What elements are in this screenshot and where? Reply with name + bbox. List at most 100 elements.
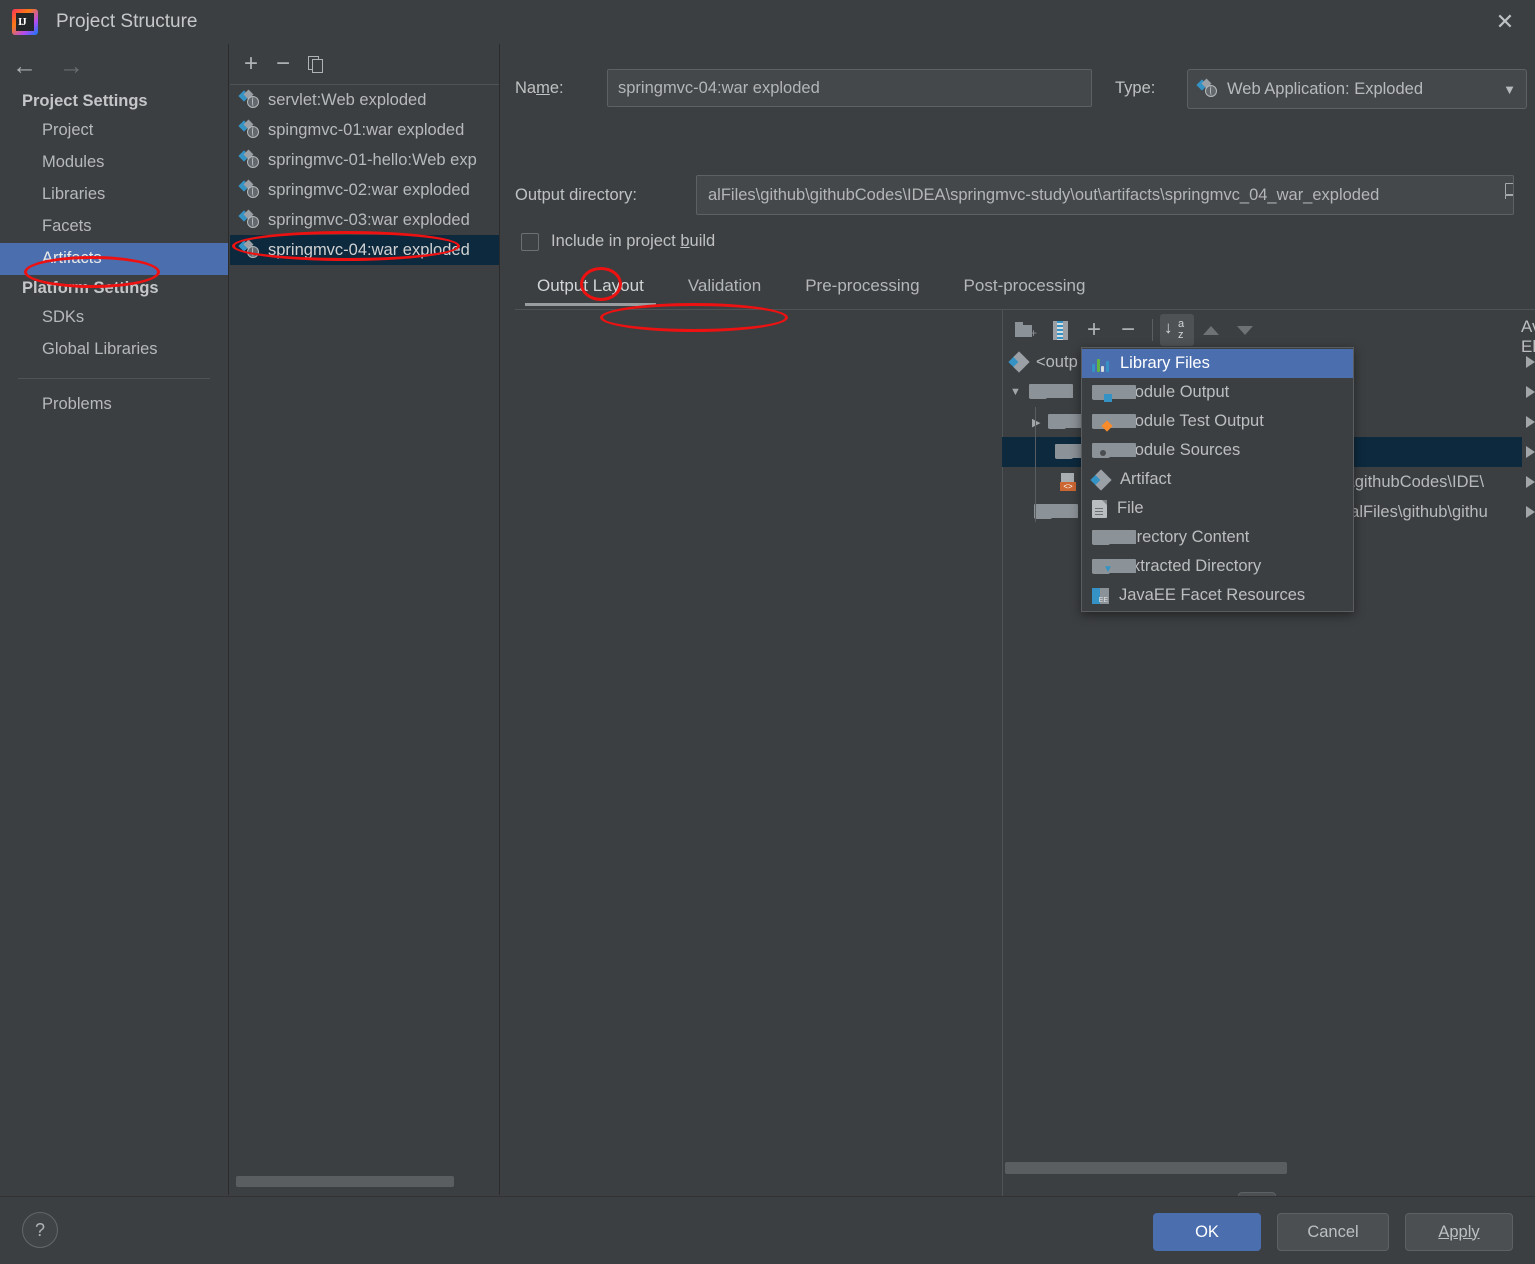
sidebar-item-facets[interactable]: Facets xyxy=(0,211,228,243)
menu-item-javaee-facet-resources[interactable]: EE JavaEE Facet Resources xyxy=(1082,581,1353,610)
add-element-button[interactable]: + xyxy=(1077,314,1111,346)
sidebar-item-sdks[interactable]: SDKs xyxy=(0,302,228,334)
artifact-label: servlet:Web exploded xyxy=(268,90,427,109)
sidebar-group-platform-settings: Platform Settings xyxy=(22,279,159,297)
logo-text: IJ xyxy=(18,16,27,28)
menu-item-directory-content[interactable]: Directory Content xyxy=(1082,523,1353,552)
chevron-right-icon[interactable] xyxy=(1526,476,1535,488)
apply-button[interactable]: Apply xyxy=(1405,1213,1513,1251)
sidebar-item-project[interactable]: Project xyxy=(0,115,228,147)
output-directory-value: alFiles\github\githubCodes\IDEA\springmv… xyxy=(708,185,1380,204)
output-directory-input[interactable]: alFiles\github\githubCodes\IDEA\springmv… xyxy=(696,175,1514,215)
menu-item-file[interactable]: File xyxy=(1082,494,1353,523)
list-item[interactable]: springmvc-04:war exploded xyxy=(230,235,499,265)
artifacts-hscrollbar[interactable] xyxy=(236,1176,492,1187)
chevron-right-icon[interactable] xyxy=(1526,446,1535,458)
ok-button[interactable]: OK xyxy=(1153,1213,1261,1251)
chevron-right-icon[interactable] xyxy=(1526,386,1535,398)
menu-item-label: Artifact xyxy=(1120,470,1172,488)
chevron-right-icon[interactable]: ▶ xyxy=(1032,416,1040,429)
sidebar-item-global-libraries[interactable]: Global Libraries xyxy=(0,334,228,366)
type-select[interactable]: Web Application: Exploded ▼ xyxy=(1187,69,1527,109)
add-artifact-button[interactable]: + xyxy=(244,52,258,76)
list-item[interactable]: spingmvc-01 xyxy=(1521,377,1535,407)
title-bar: IJ Project Structure ✕ xyxy=(0,0,1535,44)
menu-item-module-test-output[interactable]: Module Test Output xyxy=(1082,407,1353,436)
available-elements-list: Artifacts spingmvc-01 springmvc-02 sprin… xyxy=(1521,347,1535,527)
sort-button[interactable]: ↓ a z xyxy=(1160,314,1194,346)
menu-item-label: Library Files xyxy=(1120,354,1210,372)
tab-post-processing[interactable]: Post-processing xyxy=(942,272,1108,306)
sidebar-item-problems[interactable]: Problems xyxy=(0,389,228,421)
list-item[interactable]: springmvc-03 xyxy=(1521,437,1535,467)
menu-item-artifact[interactable]: Artifact xyxy=(1082,465,1353,494)
copy-artifact-button[interactable] xyxy=(308,55,324,73)
tab-validation[interactable]: Validation xyxy=(666,272,783,306)
list-item[interactable]: springmvc-04 xyxy=(1521,467,1535,497)
menu-item-label: JavaEE Facet Resources xyxy=(1119,586,1306,604)
sidebar-group-project-settings: Project Settings xyxy=(22,92,148,110)
close-icon[interactable]: ✕ xyxy=(1489,7,1521,37)
artifacts-hscrollbar-thumb[interactable] xyxy=(236,1176,454,1187)
list-item[interactable]: springmvc-03:war exploded xyxy=(230,205,499,235)
directory-icon xyxy=(1092,529,1136,546)
artifact-icon xyxy=(1090,468,1112,491)
menu-item-module-output[interactable]: Module Output xyxy=(1082,378,1353,407)
menu-item-label: Extracted Directory xyxy=(1121,557,1262,575)
chevron-right-icon[interactable] xyxy=(1526,506,1535,518)
create-directory-button[interactable]: + xyxy=(1009,314,1043,346)
name-input-value: springmvc-04:war exploded xyxy=(618,78,820,97)
remove-element-button[interactable]: − xyxy=(1111,314,1145,346)
list-item[interactable]: springmvc-02:war exploded xyxy=(230,175,499,205)
file-icon xyxy=(1092,499,1107,518)
menu-item-library-files[interactable]: Library Files xyxy=(1082,349,1353,378)
sidebar-item-libraries[interactable]: Libraries xyxy=(0,179,228,211)
list-item[interactable]: Artifacts xyxy=(1521,347,1535,377)
menu-item-label: Module Sources xyxy=(1121,441,1241,459)
list-item[interactable]: springmvc-02 xyxy=(1521,407,1535,437)
create-archive-button[interactable] xyxy=(1043,314,1077,346)
output-layout-hscrollbar-thumb[interactable] xyxy=(1005,1162,1287,1174)
list-item[interactable]: springmvc-study xyxy=(1521,497,1535,527)
output-directory-label: Output directory: xyxy=(515,185,637,204)
web-artifact-icon xyxy=(238,89,260,109)
help-button[interactable]: ? xyxy=(22,1212,58,1248)
tab-output-layout[interactable]: Output Layout xyxy=(515,272,666,306)
chevron-right-icon[interactable] xyxy=(1526,416,1535,428)
sidebar-item-modules[interactable]: Modules xyxy=(0,147,228,179)
menu-item-module-sources[interactable]: Module Sources xyxy=(1082,436,1353,465)
tree-path xyxy=(1341,377,1535,407)
forward-arrow-icon[interactable]: → xyxy=(59,53,84,79)
menu-item-extracted-directory[interactable]: Extracted Directory xyxy=(1082,552,1353,581)
window-title: Project Structure xyxy=(56,11,198,32)
output-directory-row: Output directory: alFiles\github\githubC… xyxy=(515,175,1517,215)
tree-path: nalFiles\github\githu xyxy=(1341,502,1488,521)
menu-item-label: Module Test Output xyxy=(1121,412,1264,430)
move-up-button[interactable] xyxy=(1194,314,1228,346)
extracted-directory-icon xyxy=(1092,558,1136,575)
output-layout-hscrollbar[interactable] xyxy=(1005,1162,1535,1174)
chevron-down-icon[interactable]: ▼ xyxy=(1010,386,1021,398)
chevron-right-icon[interactable] xyxy=(1526,356,1535,368)
name-input[interactable]: springmvc-04:war exploded xyxy=(607,69,1092,107)
tab-pre-processing[interactable]: Pre-processing xyxy=(783,272,941,306)
back-arrow-icon[interactable]: ← xyxy=(12,53,37,79)
remove-artifact-button[interactable]: − xyxy=(276,52,290,76)
javaee-facet-icon: EE xyxy=(1092,587,1109,604)
web-artifact-icon xyxy=(1196,78,1218,98)
tree-path xyxy=(1341,347,1535,377)
move-down-button[interactable] xyxy=(1228,314,1262,346)
sidebar-divider xyxy=(18,378,210,379)
sidebar-item-artifacts[interactable]: Artifacts xyxy=(0,243,228,275)
include-in-build-checkbox[interactable] xyxy=(521,232,539,251)
name-label: Name: xyxy=(515,78,564,97)
dialog-footer: ? OK Cancel Apply xyxy=(0,1196,1535,1264)
list-item[interactable]: springmvc-01-hello:Web exp xyxy=(230,145,499,175)
folder-icon xyxy=(1034,504,1078,520)
list-item[interactable]: servlet:Web exploded xyxy=(230,85,499,115)
cancel-button[interactable]: Cancel xyxy=(1277,1213,1389,1251)
sidebar: ← → Project Settings Project Modules Lib… xyxy=(0,44,229,1195)
include-in-build-row[interactable]: Include in project build xyxy=(521,232,715,251)
web-artifact-icon xyxy=(238,119,260,139)
list-item[interactable]: spingmvc-01:war exploded xyxy=(230,115,499,145)
